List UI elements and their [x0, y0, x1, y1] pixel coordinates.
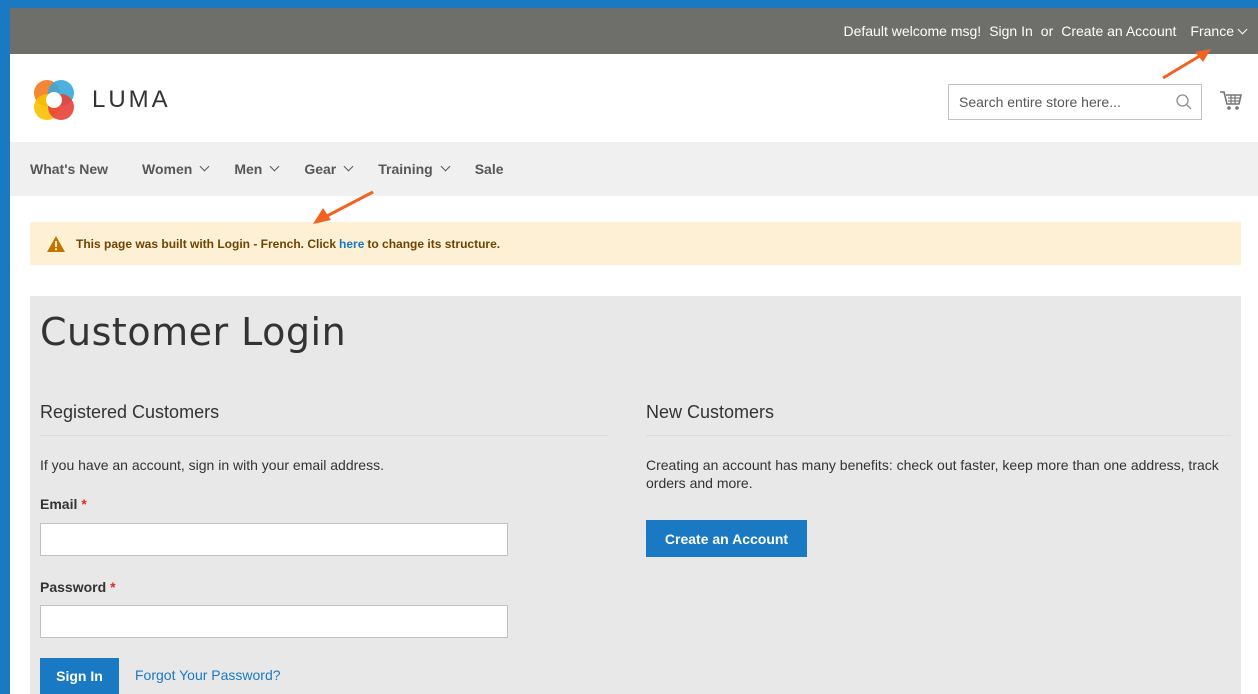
forgot-password-link[interactable]: Forgot Your Password? [135, 667, 281, 683]
email-field[interactable] [40, 523, 508, 556]
nav-item-training[interactable]: Training [378, 161, 451, 177]
create-account-link[interactable]: Create an Account [1061, 23, 1176, 39]
chevron-down-icon [199, 161, 210, 171]
notice-text: This page was built with Login - French.… [76, 236, 337, 251]
or-text: or [1040, 23, 1054, 39]
nav-item-gear[interactable]: Gear [304, 161, 354, 177]
search-input[interactable]: Search entire store here... [948, 84, 1202, 120]
nav-item-label: Training [378, 161, 433, 177]
chevron-down-icon [440, 161, 451, 171]
chevron-down-icon [343, 161, 354, 171]
password-label-text: Password [40, 579, 107, 595]
main-nav: What's New Women Men Gear Training Sale [10, 142, 1258, 196]
password-label: Password * [40, 579, 116, 595]
page-title: Customer Login [40, 310, 347, 354]
registered-intro: If you have an account, sign in with you… [40, 457, 384, 473]
nav-item-label: Women [142, 161, 193, 177]
warning-icon [47, 235, 65, 252]
nav-item-women[interactable]: Women [142, 161, 210, 177]
login-panel: Customer Login Registered Customers If y… [30, 296, 1241, 694]
sign-in-button[interactable]: Sign In [40, 658, 119, 694]
nav-item-label: Sale [474, 161, 504, 177]
nav-item-whats-new[interactable]: What's New [30, 161, 108, 177]
nav-item-label: What's New [30, 161, 109, 177]
logo-text: LUMA [92, 86, 171, 113]
sign-in-link[interactable]: Sign In [989, 23, 1033, 39]
new-customers-intro: Creating an account has many benefits: c… [646, 457, 1219, 491]
welcome-message: Default welcome msg! [843, 23, 982, 39]
create-account-button[interactable]: Create an Account [646, 520, 807, 557]
notice-suffix: to change its structure. [367, 236, 501, 251]
annotation-arrow-store [1162, 49, 1211, 80]
nav-item-men[interactable]: Men [234, 161, 280, 177]
chevron-down-icon [1237, 24, 1248, 35]
nav-item-label: Gear [304, 161, 337, 177]
email-label: Email * [40, 496, 87, 512]
search-icon[interactable] [1175, 93, 1193, 111]
required-mark: * [81, 496, 87, 512]
page-builder-notice: This page was built with Login - French.… [30, 222, 1241, 265]
notice-here-link[interactable]: here [339, 237, 364, 251]
registered-customers-title: Registered Customers [40, 402, 608, 436]
password-field[interactable] [40, 605, 508, 638]
email-label-text: Email [40, 496, 78, 512]
header: LUMA Search entire store here... [10, 54, 1258, 142]
store-switcher[interactable]: France [1190, 23, 1248, 39]
frame-border-top [0, 0, 1258, 8]
logo[interactable]: LUMA [30, 76, 171, 124]
search-placeholder: Search entire store here... [959, 94, 1121, 110]
new-customers-title: New Customers [646, 402, 1231, 436]
store-switcher-label: France [1190, 23, 1234, 39]
cart-icon[interactable] [1219, 90, 1243, 112]
required-mark: * [110, 579, 116, 595]
annotation-arrow-notice [313, 190, 374, 224]
top-bar: Default welcome msg! Sign In or Create a… [10, 8, 1258, 54]
chevron-down-icon [269, 161, 280, 171]
frame-border-left [0, 0, 10, 694]
nav-item-label: Men [234, 161, 263, 177]
luma-logo-icon [34, 80, 74, 120]
nav-item-sale[interactable]: Sale [475, 161, 504, 177]
